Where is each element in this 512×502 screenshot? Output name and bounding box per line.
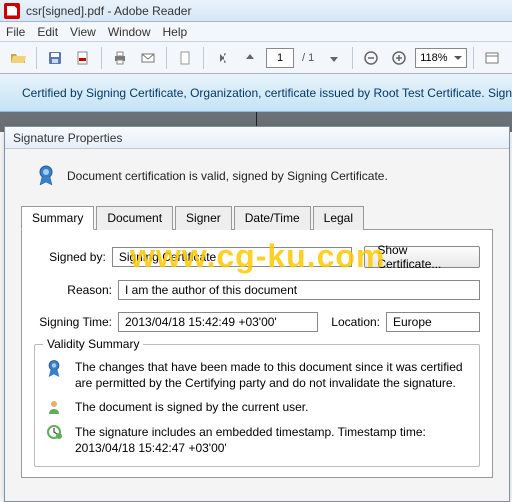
tools-button[interactable] xyxy=(480,46,504,70)
value-signed-by: Signing Certificate xyxy=(112,247,353,267)
zoom-in-button[interactable] xyxy=(387,46,411,70)
title-bar: csr[signed].pdf - Adobe Reader xyxy=(0,0,512,22)
page-total: / 1 xyxy=(298,52,318,64)
validity-summary: Validity Summary The changes that have b… xyxy=(34,344,480,467)
value-reason: I am the author of this document xyxy=(118,280,480,300)
print-button[interactable] xyxy=(108,46,132,70)
certification-text: Certified by Signing Certificate, Organi… xyxy=(22,86,512,100)
value-location: Europe xyxy=(386,312,480,332)
ribbon-icon xyxy=(45,359,63,379)
user-icon xyxy=(45,399,63,415)
validity-line-2: The document is signed by the current us… xyxy=(75,399,308,415)
validity-line-1: The changes that have been made to this … xyxy=(75,359,469,391)
timestamp-icon xyxy=(45,424,63,440)
tab-datetime[interactable]: Date/Time xyxy=(234,206,311,230)
email-button[interactable] xyxy=(136,46,160,70)
dialog-header-text: Document certification is valid, signed … xyxy=(67,169,388,183)
zoom-value: 118% xyxy=(420,52,447,64)
label-location: Location: xyxy=(324,315,380,329)
tab-signer[interactable]: Signer xyxy=(175,206,232,230)
adobe-reader-icon xyxy=(4,3,20,19)
value-signing-time: 2013/04/18 15:42:49 +03'00' xyxy=(118,312,318,332)
validity-line-3: The signature includes an embedded times… xyxy=(75,424,426,456)
validity-summary-title: Validity Summary xyxy=(43,337,143,351)
page-down-button[interactable] xyxy=(322,46,346,70)
menu-help[interactable]: Help xyxy=(163,25,188,39)
save-button[interactable] xyxy=(43,46,67,70)
dialog-header: Document certification is valid, signed … xyxy=(21,165,493,187)
tab-document[interactable]: Document xyxy=(96,206,173,230)
export-pdf-button[interactable] xyxy=(71,46,95,70)
menu-view[interactable]: View xyxy=(70,25,96,39)
tab-summary[interactable]: Summary xyxy=(21,206,94,230)
page-up-button[interactable] xyxy=(238,46,262,70)
menu-bar: File Edit View Window Help xyxy=(0,22,512,42)
ribbon-icon xyxy=(37,165,55,187)
dialog-title[interactable]: Signature Properties xyxy=(5,127,509,149)
tab-content-summary: Signed by: Signing Certificate Show Cert… xyxy=(21,230,493,478)
certification-bar: Certified by Signing Certificate, Organi… xyxy=(0,74,512,112)
tab-bar: Summary Document Signer Date/Time Legal xyxy=(21,205,493,230)
label-signing-time: Signing Time: xyxy=(34,315,112,329)
menu-window[interactable]: Window xyxy=(108,25,151,39)
menu-edit[interactable]: Edit xyxy=(37,25,58,39)
chevron-down-icon xyxy=(454,54,462,62)
page-number-input[interactable] xyxy=(266,48,294,68)
window-title: csr[signed].pdf - Adobe Reader xyxy=(26,4,191,18)
zoom-select[interactable]: 118% xyxy=(415,48,466,68)
signature-properties-dialog: Signature Properties Document certificat… xyxy=(4,126,510,502)
open-button[interactable] xyxy=(6,46,30,70)
label-reason: Reason: xyxy=(34,283,112,297)
prev-page-button[interactable] xyxy=(210,46,234,70)
page-display-button[interactable] xyxy=(173,46,197,70)
menu-file[interactable]: File xyxy=(6,25,25,39)
tab-legal[interactable]: Legal xyxy=(313,206,364,230)
zoom-out-button[interactable] xyxy=(359,46,383,70)
label-signed-by: Signed by: xyxy=(34,250,106,264)
show-certificate-button[interactable]: Show Certificate... xyxy=(364,246,480,268)
toolbar: / 1 118% xyxy=(0,42,512,74)
